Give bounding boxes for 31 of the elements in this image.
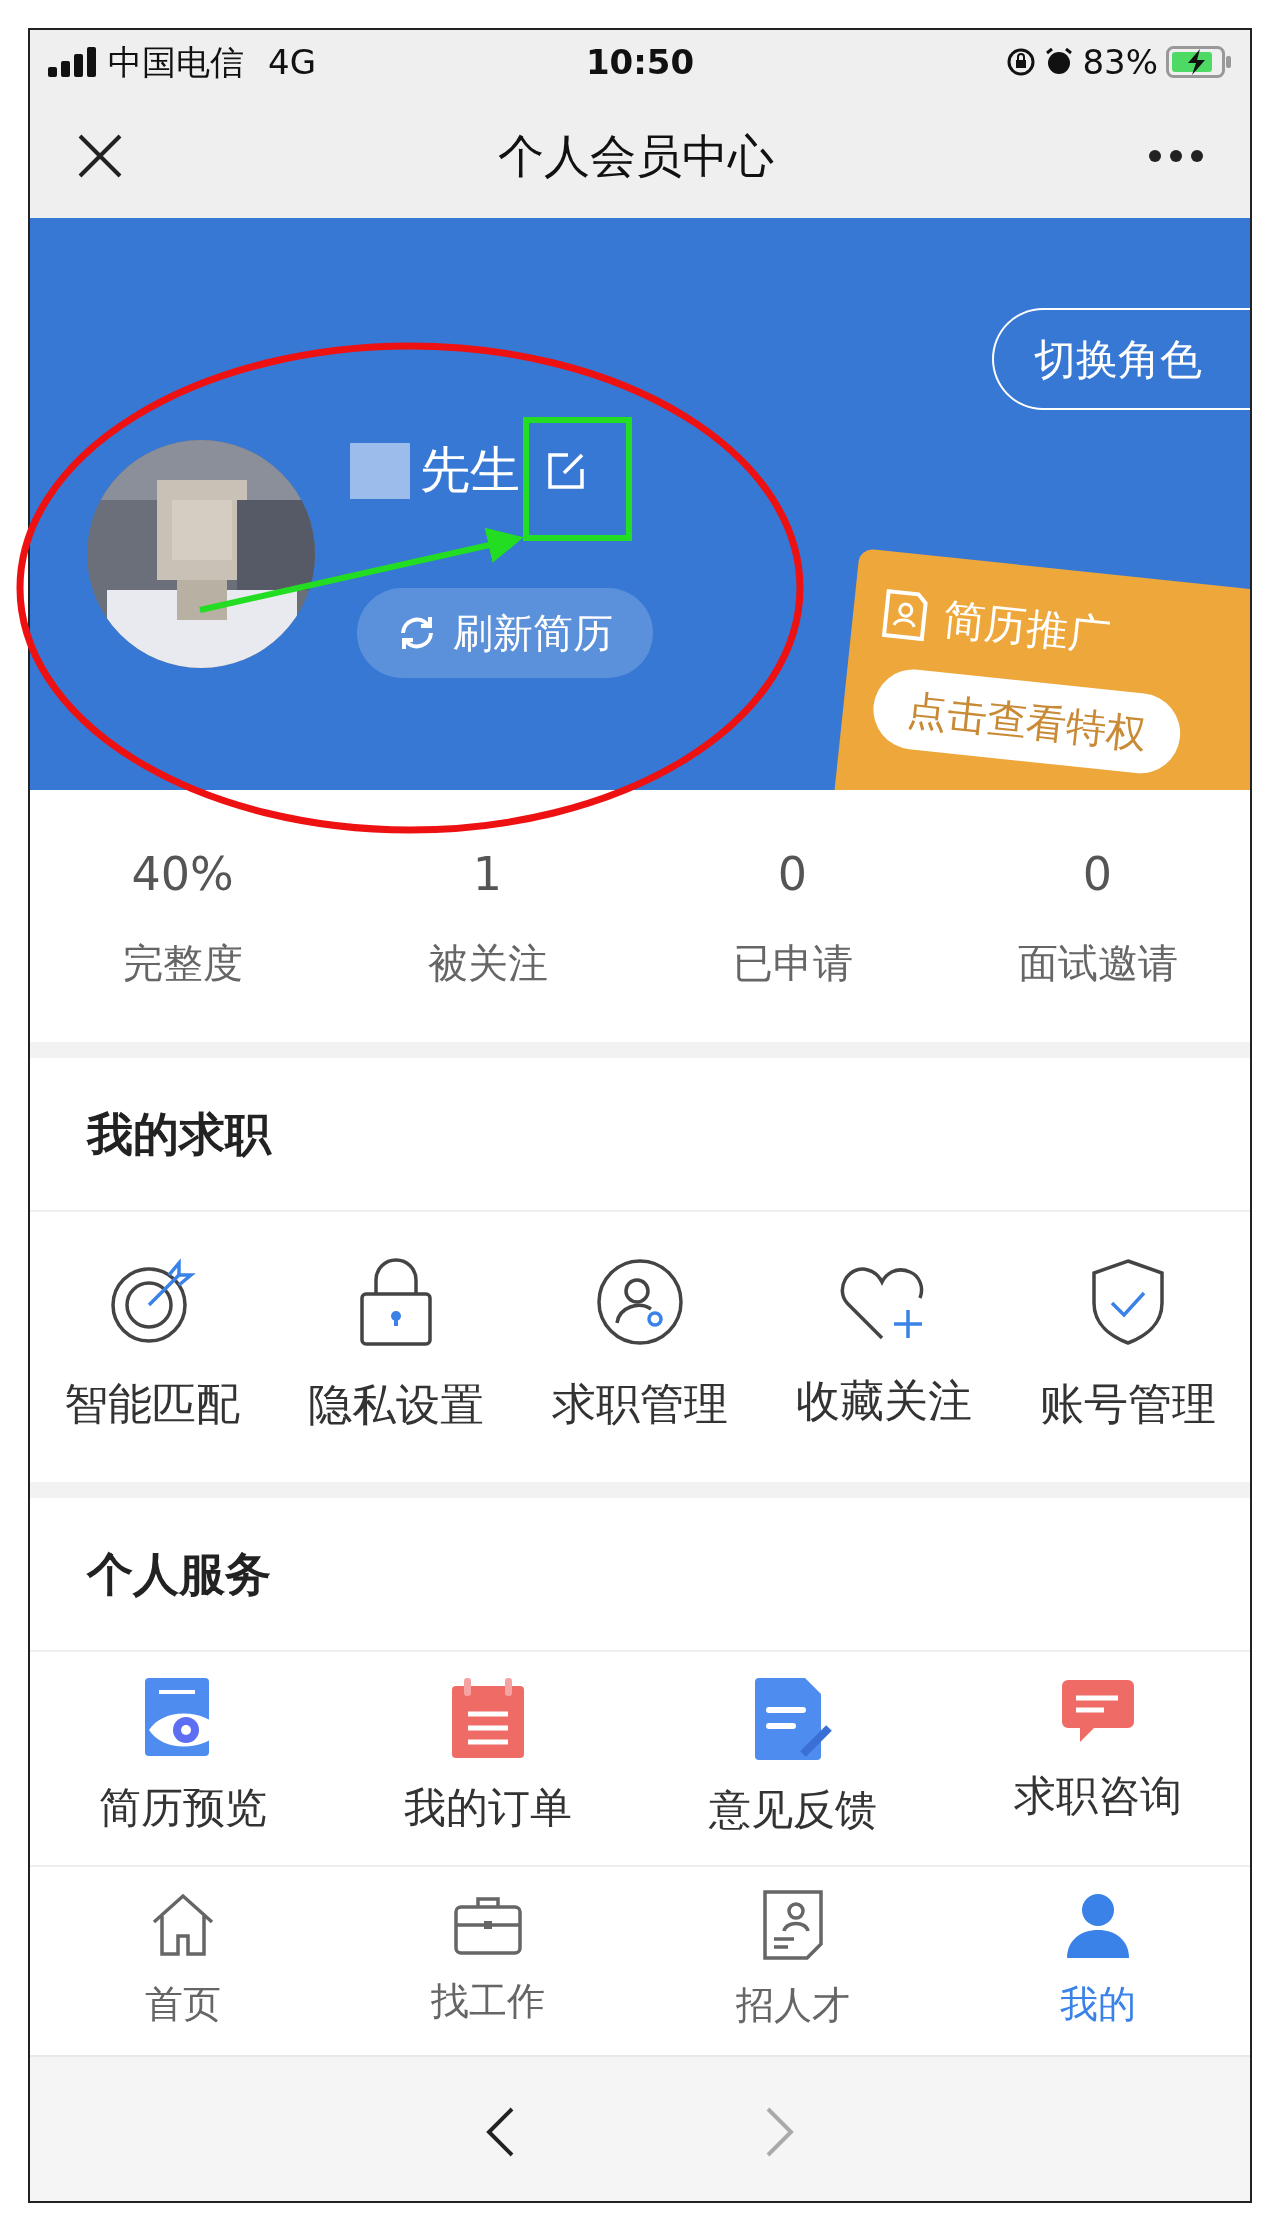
stat-label: 被关注 <box>427 938 548 988</box>
menu-item[interactable]: 隐私设置 <box>308 1372 484 1438</box>
tab[interactable]: 我的 <box>945 1889 1250 2033</box>
menu-item[interactable]: 求职管理 <box>552 1371 728 1437</box>
stat-value: 40% <box>131 845 234 903</box>
stat-label: 面试邀请 <box>1017 938 1178 988</box>
stat-value: 1 <box>472 845 503 903</box>
service-item[interactable]: 求职咨询 <box>1013 1764 1182 1827</box>
service-item[interactable]: 我的订单 <box>403 1776 572 1839</box>
switch-role-button[interactable]: 切换角色 <box>992 308 1250 410</box>
stat-label: 已申请 <box>732 938 853 988</box>
menu-item[interactable]: 账号管理 <box>1040 1371 1216 1437</box>
stat-value: 0 <box>777 845 808 903</box>
network-type: 4G <box>268 40 316 84</box>
stat-label: 完整度 <box>122 938 243 988</box>
stat-value: 0 <box>1082 845 1113 903</box>
user-name: 先生 <box>420 440 520 501</box>
service-item[interactable]: 简历预览 <box>98 1776 267 1839</box>
tab[interactable]: 首页 <box>30 1889 335 2033</box>
menu-item[interactable]: 智能匹配 <box>64 1371 240 1437</box>
service-item[interactable]: 意见反馈 <box>708 1778 877 1841</box>
carrier-name: 中国电信 <box>108 40 244 84</box>
page-title: 个人会员中心 <box>498 127 774 185</box>
menu-item[interactable]: 收藏关注 <box>796 1368 972 1434</box>
battery-percent: 83% <box>1082 40 1158 84</box>
promo-title: 简历推广 <box>939 593 1114 663</box>
section-title: 个人服务 <box>87 1545 271 1603</box>
tab[interactable]: 招人才 <box>640 1888 945 2034</box>
section-title: 我的求职 <box>87 1105 271 1163</box>
clock-time: 10:50 <box>585 40 695 84</box>
tab[interactable]: 找工作 <box>335 1892 640 2030</box>
